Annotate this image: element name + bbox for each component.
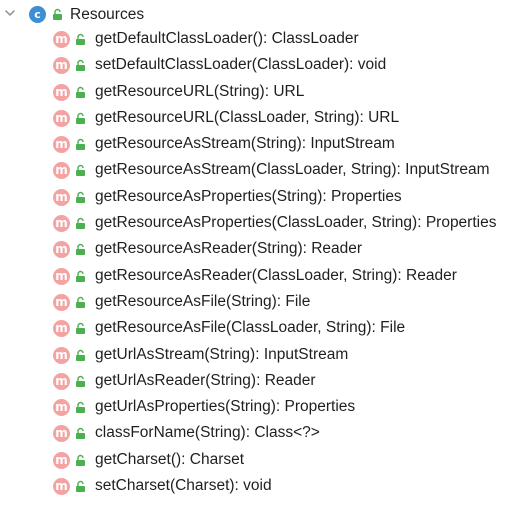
- method-icon: m: [53, 188, 70, 206]
- tree-node-method[interactable]: m getResourceAsReader(ClassLoader, Strin…: [0, 265, 530, 291]
- method-signature: getResourceAsStream(ClassLoader, String)…: [95, 161, 490, 179]
- lock-icon: [76, 428, 85, 440]
- method-icon: m: [53, 320, 70, 338]
- lock-icon: [76, 454, 85, 466]
- method-icon: m: [53, 267, 70, 285]
- lock-icon: [76, 296, 85, 308]
- method-icon: m: [53, 478, 70, 496]
- method-signature: getUrlAsStream(String): InputStream: [95, 345, 349, 363]
- tree-node-method[interactable]: m getUrlAsProperties(String): Properties: [0, 396, 530, 422]
- class-name: Resources: [70, 6, 145, 23]
- tree-node-method[interactable]: m setCharset(Charset): void: [0, 475, 530, 501]
- method-icon: m: [53, 451, 70, 469]
- method-signature: getResourceAsProperties(ClassLoader, Str…: [95, 214, 497, 232]
- tree-node-method[interactable]: m getResourceAsFile(String): File: [0, 291, 530, 317]
- tree-node-method[interactable]: m getCharset(): Charset: [0, 449, 530, 475]
- method-icon: m: [53, 372, 70, 390]
- tree-node-method[interactable]: m getDefaultClassLoader(): ClassLoader: [0, 28, 530, 54]
- lock-icon: [76, 480, 85, 493]
- lock-icon: [76, 217, 85, 230]
- chevron-down-icon[interactable]: [4, 7, 16, 19]
- tree-node-method[interactable]: m getResourceAsStream(String): InputStre…: [0, 133, 530, 159]
- method-icon: m: [53, 241, 70, 259]
- lock-icon: [76, 323, 85, 335]
- method-signature: getResourceAsReader(ClassLoader, String)…: [95, 266, 457, 284]
- method-signature: setDefaultClassLoader(ClassLoader): void: [95, 56, 387, 74]
- tree-node-method[interactable]: m getResourceAsProperties(String): Prope…: [0, 186, 530, 212]
- lock-icon: [76, 86, 85, 98]
- tree-node-method[interactable]: m setDefaultClassLoader(ClassLoader): vo…: [0, 54, 530, 80]
- method-icon: m: [53, 83, 70, 101]
- tree-node-method[interactable]: m getResourceAsFile(ClassLoader, String)…: [0, 317, 530, 343]
- method-signature: getResourceURL(ClassLoader, String): URL: [95, 108, 400, 126]
- method-signature: getResourceAsReader(String): Reader: [95, 240, 363, 258]
- tree-node-method[interactable]: m getResourceAsStream(ClassLoader, Strin…: [0, 159, 530, 185]
- tree-node-class[interactable]: c Resources: [0, 2, 530, 26]
- tree-node-method[interactable]: m getResourceURL(String): URL: [0, 81, 530, 107]
- lock-icon: [76, 60, 85, 72]
- lock-icon: [76, 112, 85, 124]
- method-icon: m: [53, 31, 70, 48]
- lock-icon: [76, 33, 85, 45]
- method-icon: m: [53, 293, 70, 311]
- method-icon: m: [53, 109, 70, 127]
- lock-icon: [76, 375, 85, 387]
- method-signature: setCharset(Charset): void: [95, 477, 272, 495]
- lock-icon: [53, 8, 62, 20]
- tree-node-method[interactable]: m getUrlAsReader(String): Reader: [0, 370, 530, 396]
- tree-node-method[interactable]: m getUrlAsStream(String): InputStream: [0, 344, 530, 370]
- method-signature: getResourceAsProperties(String): Propert…: [95, 187, 402, 205]
- method-icon: m: [53, 399, 70, 417]
- lock-icon: [76, 349, 85, 361]
- method-list: m getDefaultClassLoader(): ClassLoader m…: [0, 28, 530, 501]
- lock-icon: [76, 244, 85, 256]
- method-signature: getCharset(): Charset: [95, 450, 245, 468]
- method-signature: getUrlAsProperties(String): Properties: [95, 398, 356, 416]
- tree-node-method[interactable]: m getResourceAsProperties(ClassLoader, S…: [0, 212, 530, 238]
- class-icon: c: [29, 6, 46, 23]
- method-signature: getResourceAsFile(String): File: [95, 292, 311, 310]
- method-icon: m: [53, 346, 70, 364]
- lock-icon: [76, 139, 85, 151]
- method-signature: getUrlAsReader(String): Reader: [95, 371, 316, 389]
- method-signature: classForName(String): Class<?>: [95, 424, 320, 442]
- lock-icon: [76, 270, 85, 282]
- tree-node-method[interactable]: m classForName(String): Class<?>: [0, 422, 530, 448]
- method-signature: getResourceAsStream(String): InputStream: [95, 135, 395, 153]
- method-signature: getResourceAsFile(ClassLoader, String): …: [95, 319, 406, 337]
- structure-tree: c Resources m getDefaultClassLoader(): C…: [0, 0, 530, 507]
- method-signature: getDefaultClassLoader(): ClassLoader: [95, 30, 359, 47]
- method-icon: m: [53, 162, 70, 180]
- method-signature: getResourceURL(String): URL: [95, 82, 305, 100]
- tree-node-method[interactable]: m getResourceURL(ClassLoader, String): U…: [0, 107, 530, 133]
- method-icon: m: [53, 57, 70, 75]
- tree-node-method[interactable]: m getResourceAsReader(String): Reader: [0, 238, 530, 264]
- method-icon: m: [53, 215, 70, 233]
- lock-icon: [76, 165, 85, 177]
- method-icon: m: [53, 425, 70, 443]
- lock-icon: [76, 401, 85, 414]
- method-icon: m: [53, 136, 70, 154]
- lock-icon: [76, 191, 85, 203]
